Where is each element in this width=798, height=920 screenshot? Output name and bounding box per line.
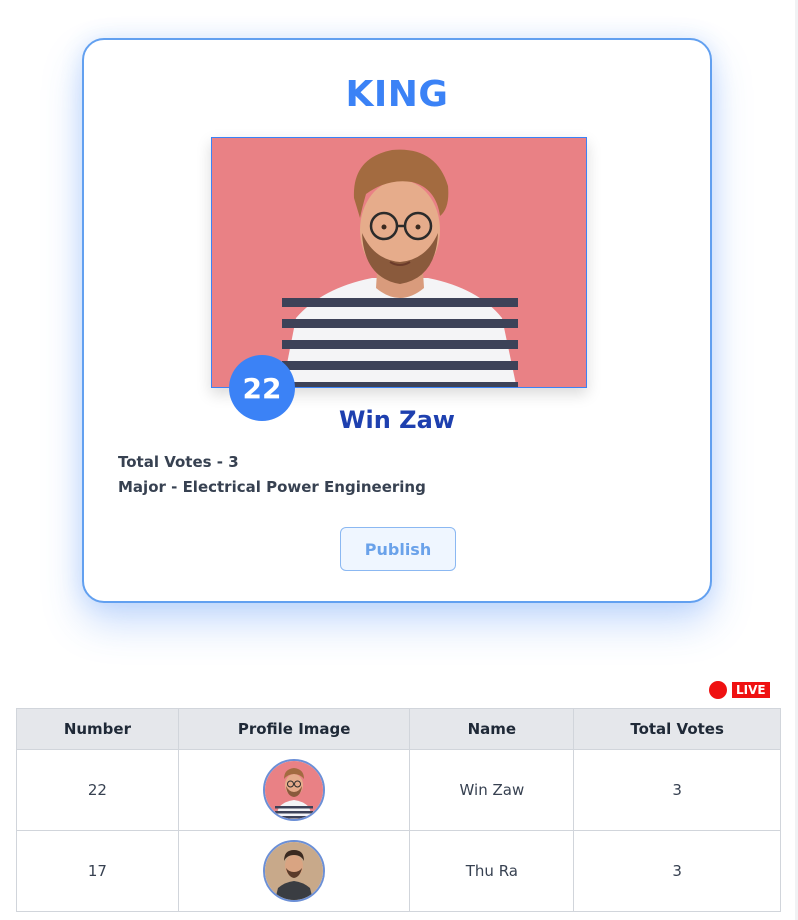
header-name: Name [409,708,575,750]
cell-name: Win Zaw [409,749,575,831]
red-dot-icon [709,681,727,699]
cell-number: 17 [16,830,179,912]
table-row: 22 Win Zaw 3 [16,749,781,831]
cell-total-votes: 3 [573,830,781,912]
candidate-info: Total Votes - 3 Major - Electrical Power… [118,450,426,500]
cell-total-votes: 3 [573,749,781,831]
live-indicator: LIVE [709,681,770,699]
header-profile-image: Profile Image [177,708,411,750]
cell-name: Thu Ra [409,830,575,912]
avatar [263,840,326,902]
cell-profile-image [177,749,411,831]
live-label: LIVE [732,682,770,698]
card-title: KING [345,74,449,115]
header-number: Number [16,708,179,750]
candidate-name: Win Zaw [339,406,455,434]
header-total-votes: Total Votes [573,708,781,750]
cell-number: 22 [16,749,179,831]
candidate-photo [211,137,587,388]
publish-button[interactable]: Publish [340,527,456,571]
total-votes-text: Total Votes - 3 [118,453,239,471]
king-candidate-card: KING 22 Win Zaw Total Votes - 3 Major - … [82,38,712,603]
votes-table: Number Profile Image Name Total Votes 22 [16,708,781,912]
table-row: 17 Thu Ra 3 [16,830,781,912]
cell-profile-image [177,830,411,912]
major-text: Major - Electrical Power Engineering [118,478,426,496]
table-header-row: Number Profile Image Name Total Votes [16,708,781,750]
avatar [263,759,326,821]
